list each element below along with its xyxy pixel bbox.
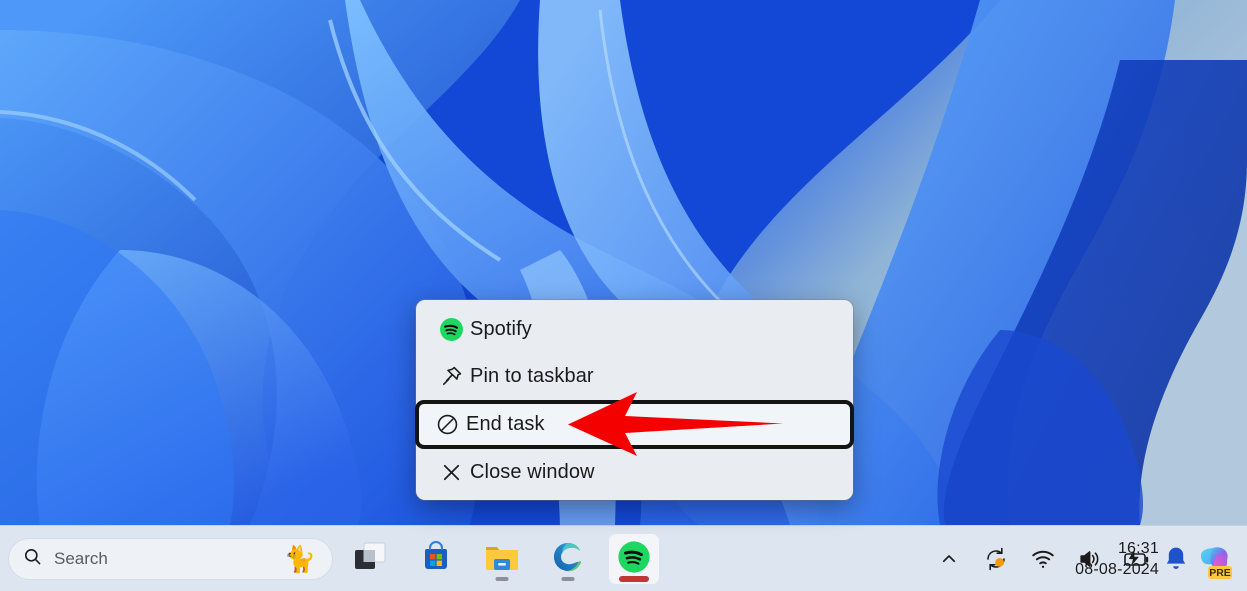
search-placeholder: Search — [54, 549, 108, 568]
microsoft-store-icon — [419, 540, 453, 579]
taskbar-item-file-explorer[interactable] — [477, 534, 527, 584]
clock-time: 16:31 — [1117, 539, 1159, 557]
search-icon — [23, 547, 42, 571]
task-view-icon — [353, 541, 387, 578]
callout-arrow-icon — [568, 392, 783, 456]
taskbar: Search 🐈 16:31 08-08-2024 PRE — [0, 525, 1247, 591]
windows-update-icon[interactable] — [982, 545, 1010, 573]
network-wifi-icon[interactable] — [1029, 545, 1057, 573]
menu-item-label: Pin to taskbar — [470, 365, 594, 387]
clock[interactable]: 16:31 08-08-2024 — [1075, 526, 1159, 591]
running-indicator — [495, 577, 509, 581]
taskbar-item-spotify[interactable] — [609, 534, 659, 584]
search-input[interactable]: Search 🐈 — [8, 538, 333, 580]
taskbar-item-microsoft-edge[interactable] — [543, 534, 593, 584]
file-explorer-icon — [484, 541, 520, 578]
end-task-icon — [430, 410, 464, 440]
pin-icon — [434, 362, 468, 392]
clock-date: 08-08-2024 — [1075, 561, 1159, 578]
close-window-icon — [434, 458, 468, 488]
taskbar-item-task-view[interactable] — [345, 534, 395, 584]
menu-item-spotify[interactable]: Spotify — [420, 306, 849, 353]
active-indicator — [619, 576, 649, 582]
cat-emoji-icon[interactable]: 🐈 — [284, 546, 316, 572]
menu-item-label: Spotify — [470, 318, 532, 340]
menu-item-label: Close window — [470, 461, 595, 483]
taskbar-item-microsoft-store[interactable] — [411, 534, 461, 584]
running-indicator — [561, 577, 575, 581]
spotify-icon — [434, 315, 468, 345]
copilot-icon[interactable]: PRE — [1193, 542, 1239, 584]
menu-item-label: End task — [466, 413, 545, 435]
show-hidden-icons-chevron-up-icon[interactable] — [935, 545, 963, 573]
microsoft-edge-icon — [551, 540, 585, 579]
notification-bell-icon[interactable] — [1163, 545, 1189, 573]
copilot-preview-badge-text: PRE — [1209, 567, 1231, 579]
desktop-screen: Spotify Pin to taskbar End task Close wi… — [0, 0, 1247, 591]
taskbar-app-list — [345, 526, 659, 591]
spotify-icon — [617, 540, 651, 579]
